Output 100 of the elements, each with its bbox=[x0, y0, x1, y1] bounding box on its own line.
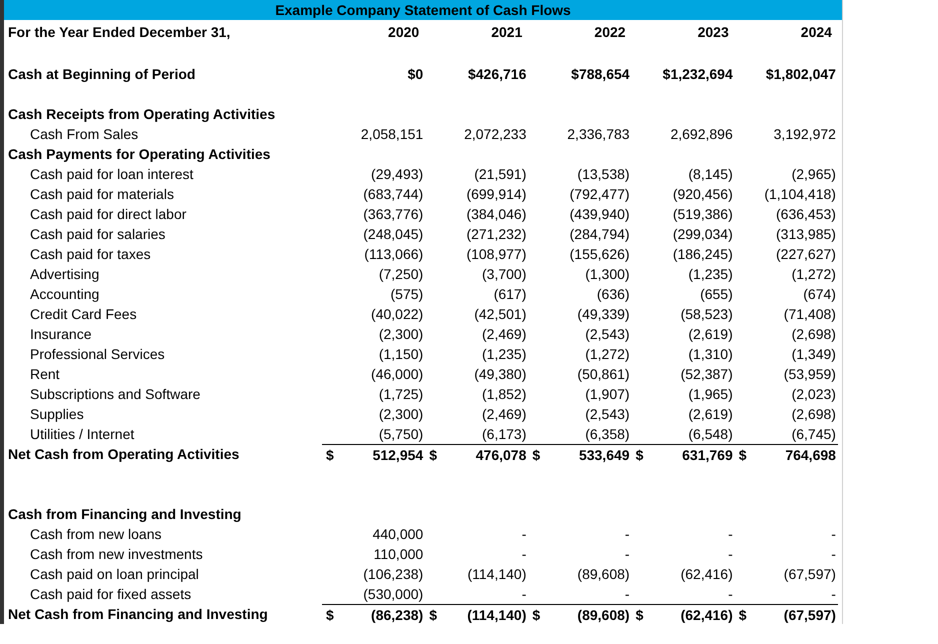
table-cell-text: (655) bbox=[699, 286, 734, 302]
table-cell-text: (89,608) bbox=[576, 566, 631, 582]
section-heading: Cash Payments for Operating Activities bbox=[7, 146, 272, 162]
table-cell-text: (2,023) bbox=[790, 386, 837, 402]
currency-symbol: $ bbox=[636, 446, 644, 462]
table-cell-text: - bbox=[520, 586, 528, 602]
table-cell-text: (1,235) bbox=[687, 266, 734, 282]
table-cell-text: (7,250) bbox=[378, 266, 424, 282]
table-cell-text: (49,339) bbox=[576, 306, 631, 322]
table-cell-text: (42,501) bbox=[473, 306, 528, 322]
total-cell: (89,608) bbox=[577, 606, 630, 622]
table-cell-text: - bbox=[830, 526, 837, 542]
table-cell-text: (49,380) bbox=[473, 366, 528, 382]
row-label: Cash from new investments bbox=[29, 546, 204, 562]
table-cell-text: (674) bbox=[802, 286, 837, 302]
row-label: Cash From Sales bbox=[29, 126, 140, 142]
table-cell-text: (1,907) bbox=[584, 386, 631, 402]
table-cell-text: (384,046) bbox=[465, 206, 528, 222]
table-cell-text: (2,698) bbox=[790, 326, 837, 342]
table-cell-text: (299,034) bbox=[672, 226, 734, 242]
table-cell-text: (5,750) bbox=[378, 426, 424, 442]
table-cell-text: (530,000) bbox=[362, 586, 424, 602]
section-heading: Cash Receipts from Operating Activities bbox=[7, 106, 276, 122]
currency-symbol: $ bbox=[636, 606, 644, 622]
table-cell-text: (2,300) bbox=[378, 406, 424, 422]
table-cell-text: (1,235) bbox=[481, 346, 528, 362]
table-cell-text: $0 bbox=[406, 66, 424, 82]
row-label: Cash paid for fixed assets bbox=[29, 586, 192, 602]
table-cell-text: (1,150) bbox=[378, 346, 424, 362]
table-cell-text: $426,716 bbox=[466, 66, 528, 82]
total-cell: (62,416) bbox=[680, 606, 733, 622]
table-cell-text: - bbox=[624, 526, 631, 542]
table-cell-text: 2,692,896 bbox=[669, 126, 734, 142]
year-header: 2021 bbox=[490, 24, 524, 40]
table-cell-text: (71,408) bbox=[782, 306, 837, 322]
row-label: Cash paid for salaries bbox=[29, 226, 166, 242]
row-label: Net Cash from Operating Activities bbox=[7, 446, 240, 462]
row-label: Cash paid on loan principal bbox=[29, 566, 200, 582]
table-cell-text: - bbox=[727, 586, 734, 602]
total-cell: 533,649 bbox=[578, 446, 630, 462]
table-cell-text: (1,725) bbox=[378, 386, 424, 402]
table-cell-text: - bbox=[520, 546, 528, 562]
table-cell-text: (2,469) bbox=[481, 406, 528, 422]
year-header: 2023 bbox=[696, 24, 730, 40]
table-cell-text: (2,619) bbox=[687, 326, 734, 342]
table-cell-text: 110,000 bbox=[372, 546, 424, 562]
table-cell-text: (636,453) bbox=[775, 206, 837, 222]
row-label: Insurance bbox=[29, 326, 92, 342]
table-cell-text: 2,336,783 bbox=[566, 126, 631, 142]
table-cell-text: (108,977) bbox=[465, 246, 528, 262]
year-header: 2022 bbox=[593, 24, 627, 40]
table-cell-text: (6,745) bbox=[790, 426, 837, 442]
table-cell-text: (46,000) bbox=[370, 366, 424, 382]
table-cell-text: - bbox=[624, 546, 631, 562]
table-cell-text: (363,776) bbox=[362, 206, 424, 222]
table-cell-text: (8,145) bbox=[687, 166, 734, 182]
row-label: Supplies bbox=[29, 406, 85, 422]
table-cell-text: (519,386) bbox=[672, 206, 734, 222]
table-cell-text: (53,959) bbox=[782, 366, 837, 382]
total-cell: 631,769 bbox=[682, 446, 733, 462]
table-cell-text: (40,022) bbox=[370, 306, 424, 322]
table-cell-text: (617) bbox=[492, 286, 528, 302]
table-cell-text: (2,543) bbox=[584, 406, 631, 422]
table-cell-text: (113,066) bbox=[363, 246, 424, 262]
table-cell-text: (50,861) bbox=[576, 366, 631, 382]
total-cell: (67,597) bbox=[784, 606, 836, 622]
row-label: Cash paid for materials bbox=[29, 186, 175, 202]
table-cell-text: (52,387) bbox=[680, 366, 734, 382]
total-cell: 512,954 bbox=[372, 446, 424, 462]
section-heading: Cash from Financing and Investing bbox=[7, 506, 242, 522]
table-cell-text: $1,232,694 bbox=[662, 66, 734, 82]
table-cell-text: (29,493) bbox=[370, 166, 424, 182]
table-cell-text: (2,619) bbox=[687, 406, 734, 422]
currency-symbol: $ bbox=[326, 606, 334, 622]
total-cell: 476,078 bbox=[476, 446, 526, 462]
table-cell-text: (6,173) bbox=[481, 426, 528, 442]
currency-symbol: $ bbox=[326, 446, 334, 462]
table-cell-text: (1,272) bbox=[790, 266, 837, 282]
table-cell-text: 3,192,972 bbox=[772, 126, 837, 142]
year-header: 2024 bbox=[800, 24, 833, 40]
total-cell: (86,238) bbox=[371, 606, 424, 622]
table-cell-text: - bbox=[830, 546, 837, 562]
table-cell-text: (1,300) bbox=[584, 266, 631, 282]
table-cell-text: (58,523) bbox=[680, 306, 734, 322]
table-cell-text: (920,456) bbox=[672, 186, 734, 202]
total-cell: 764,698 bbox=[785, 446, 836, 462]
table-cell-text: (2,965) bbox=[790, 166, 837, 182]
table-cell-text: (155,626) bbox=[568, 246, 631, 262]
table-cell-text: - bbox=[830, 586, 837, 602]
row-label: Credit Card Fees bbox=[29, 306, 138, 322]
table-cell-text: (699,914) bbox=[465, 186, 528, 202]
table-cell-text: 2,072,233 bbox=[463, 126, 528, 142]
table-cell-text: (248,045) bbox=[362, 226, 424, 242]
table-cell-text: $1,802,047 bbox=[764, 66, 837, 82]
row-label: Utilities / Internet bbox=[29, 426, 136, 442]
table-cell-text: (313,985) bbox=[775, 226, 837, 242]
row-label: Accounting bbox=[29, 286, 100, 302]
table-cell-text: (284,794) bbox=[568, 226, 631, 242]
table-cell-text: (106,238) bbox=[362, 566, 424, 582]
table-cell-text: (1,349) bbox=[790, 346, 837, 362]
